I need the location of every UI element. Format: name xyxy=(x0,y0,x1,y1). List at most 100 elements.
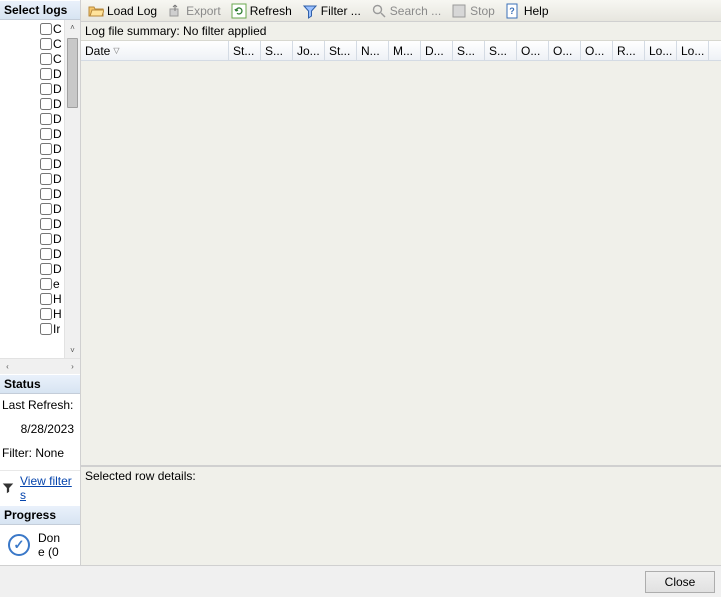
log-list-item[interactable]: D xyxy=(0,216,64,231)
column-header[interactable]: N... xyxy=(357,41,389,60)
log-list-hscroll[interactable]: ‹ › xyxy=(0,358,80,374)
column-header[interactable]: Jo... xyxy=(293,41,325,60)
log-list-item[interactable]: e xyxy=(0,276,64,291)
column-header[interactable]: R... xyxy=(613,41,645,60)
scroll-right-arrow[interactable]: › xyxy=(65,359,80,374)
log-list-item[interactable]: H xyxy=(0,291,64,306)
column-header[interactable]: Lo... xyxy=(645,41,677,60)
column-header[interactable]: O... xyxy=(549,41,581,60)
log-item-label: C xyxy=(52,52,62,66)
log-list-item[interactable]: Ir xyxy=(0,321,64,336)
log-list-item[interactable]: H xyxy=(0,306,64,321)
svg-text:?: ? xyxy=(509,6,515,16)
log-item-label: D xyxy=(52,217,62,231)
log-checkbox[interactable] xyxy=(40,68,52,80)
log-list-item[interactable]: D xyxy=(0,126,64,141)
column-header[interactable]: O... xyxy=(581,41,613,60)
close-button[interactable]: Close xyxy=(645,571,715,593)
log-item-label: D xyxy=(52,262,62,276)
log-checkbox[interactable] xyxy=(40,83,52,95)
log-checkbox[interactable] xyxy=(40,128,52,140)
log-checkbox[interactable] xyxy=(40,278,52,290)
log-item-label: D xyxy=(52,232,62,246)
log-list-item[interactable]: D xyxy=(0,156,64,171)
log-checkbox[interactable] xyxy=(40,293,52,305)
funnel-icon xyxy=(302,3,318,19)
refresh-button[interactable]: Refresh xyxy=(228,2,295,20)
log-item-label: D xyxy=(52,67,62,81)
scroll-left-arrow[interactable]: ‹ xyxy=(0,359,15,374)
progress-done-icon: ✓ xyxy=(8,534,30,556)
export-icon xyxy=(167,3,183,19)
load-log-button[interactable]: Load Log xyxy=(85,2,160,20)
column-header[interactable]: O... xyxy=(517,41,549,60)
log-checkbox[interactable] xyxy=(40,323,52,335)
log-list-item[interactable]: D xyxy=(0,111,64,126)
details-pane: Selected row details: xyxy=(81,465,721,565)
scroll-up-arrow[interactable]: ˄ xyxy=(65,20,80,35)
log-list-item[interactable]: D xyxy=(0,96,64,111)
log-list-item[interactable]: D xyxy=(0,231,64,246)
log-checkbox[interactable] xyxy=(40,38,52,50)
help-button[interactable]: ? Help xyxy=(502,2,552,20)
log-list-scrollbar[interactable]: ˄ ˅ xyxy=(64,20,80,358)
stop-button[interactable]: Stop xyxy=(448,2,498,20)
log-list-item[interactable]: D xyxy=(0,171,64,186)
log-item-label: C xyxy=(52,22,62,36)
progress-header: Progress xyxy=(0,505,80,525)
filter-button[interactable]: Filter ... xyxy=(299,2,364,20)
log-checkbox[interactable] xyxy=(40,53,52,65)
log-checkbox[interactable] xyxy=(40,158,52,170)
log-item-label: D xyxy=(52,247,62,261)
grid-body[interactable] xyxy=(81,61,721,465)
column-header[interactable]: M... xyxy=(389,41,421,60)
column-header[interactable]: S... xyxy=(453,41,485,60)
log-item-label: e xyxy=(52,277,60,291)
log-item-label: H xyxy=(52,307,62,321)
log-checkbox[interactable] xyxy=(40,113,52,125)
help-icon: ? xyxy=(505,3,521,19)
column-header[interactable]: S... xyxy=(261,41,293,60)
log-list-item[interactable]: D xyxy=(0,261,64,276)
column-header[interactable]: Date▽ xyxy=(81,41,229,60)
log-item-label: D xyxy=(52,202,62,216)
view-filters-link[interactable]: View filter s xyxy=(20,474,78,502)
log-checkbox[interactable] xyxy=(40,308,52,320)
scroll-thumb[interactable] xyxy=(67,38,78,108)
scroll-down-arrow[interactable]: ˅ xyxy=(65,343,80,358)
log-checkbox[interactable] xyxy=(40,173,52,185)
log-checkbox[interactable] xyxy=(40,203,52,215)
log-checkbox[interactable] xyxy=(40,23,52,35)
log-list-item[interactable]: C xyxy=(0,21,64,36)
log-list-item[interactable]: D xyxy=(0,201,64,216)
log-checkbox[interactable] xyxy=(40,143,52,155)
log-list-item[interactable]: D xyxy=(0,66,64,81)
log-list-item[interactable]: D xyxy=(0,246,64,261)
last-refresh-label: Last Refresh: xyxy=(2,398,78,412)
log-list-item[interactable]: C xyxy=(0,51,64,66)
log-checkbox[interactable] xyxy=(40,218,52,230)
sort-desc-icon: ▽ xyxy=(113,46,119,55)
log-checkbox[interactable] xyxy=(40,233,52,245)
log-checkbox[interactable] xyxy=(40,263,52,275)
log-item-label: Ir xyxy=(52,322,60,336)
log-checkbox[interactable] xyxy=(40,248,52,260)
column-header[interactable]: D... xyxy=(421,41,453,60)
log-list-item[interactable]: D xyxy=(0,186,64,201)
log-item-label: D xyxy=(52,112,62,126)
search-button[interactable]: Search ... xyxy=(368,2,444,20)
filter-icon xyxy=(2,482,14,494)
export-button[interactable]: Export xyxy=(164,2,224,20)
stop-icon xyxy=(451,3,467,19)
log-checkbox[interactable] xyxy=(40,98,52,110)
filter-status: Filter: None xyxy=(2,446,78,460)
column-header[interactable]: S... xyxy=(485,41,517,60)
log-checkbox[interactable] xyxy=(40,188,52,200)
column-header[interactable]: Lo... xyxy=(677,41,709,60)
status-header: Status xyxy=(0,374,80,394)
column-header[interactable]: St... xyxy=(325,41,357,60)
log-list-item[interactable]: C xyxy=(0,36,64,51)
log-list-item[interactable]: D xyxy=(0,141,64,156)
column-header[interactable]: St... xyxy=(229,41,261,60)
log-list-item[interactable]: D xyxy=(0,81,64,96)
